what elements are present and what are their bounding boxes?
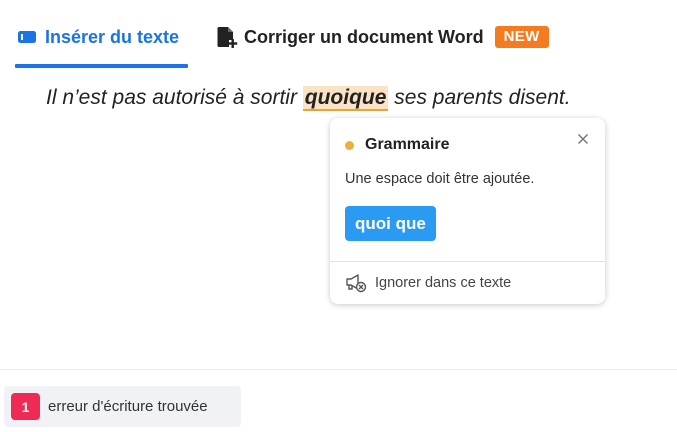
popup-header: Grammaire <box>345 136 450 154</box>
document-add-icon <box>216 25 238 49</box>
page: Insérer du texte Corriger un document Wo… <box>0 0 677 432</box>
error-count-label: erreur d'écriture trouvée <box>48 398 208 415</box>
active-tab-indicator <box>15 64 188 68</box>
tab-bar: Insérer du texte Corriger un document Wo… <box>0 0 677 70</box>
tab-correct-word-document-label: Corriger un document Word <box>244 26 484 47</box>
error-count-badge: 1 <box>11 393 40 420</box>
error-count-summary[interactable]: 1 erreur d'écriture trouvée <box>4 386 241 427</box>
ignore-in-text-button[interactable]: Ignorer dans ce texte <box>345 273 511 293</box>
ignore-in-text-label: Ignorer dans ce texte <box>375 275 512 291</box>
megaphone-mute-icon <box>345 273 367 293</box>
error-category: Grammaire <box>365 136 450 153</box>
highlighted-error-word[interactable]: quoique <box>302 86 389 111</box>
tab-insert-text[interactable]: Insérer du texte <box>17 22 179 52</box>
suggestion-button[interactable]: quoi que <box>345 206 436 241</box>
text-content[interactable]: Il n’est pas autorisé à sortir quoique s… <box>46 86 571 111</box>
footer-divider <box>0 369 677 370</box>
tab-insert-text-label: Insérer du texte <box>45 26 180 47</box>
popup-divider <box>330 261 605 262</box>
error-message: Une espace doit être ajoutée. <box>345 171 535 187</box>
new-badge: NEW <box>494 26 549 48</box>
warning-dot-icon <box>345 140 354 150</box>
correction-popup: Grammaire Une espace doit être ajoutée. … <box>330 118 605 304</box>
sentence-before-error: Il n’est pas autorisé à sortir <box>46 86 303 109</box>
sentence-after-error: ses parents disent. <box>388 86 571 109</box>
tab-correct-word-document[interactable]: Corriger un document Word NEW <box>216 22 549 52</box>
close-icon[interactable] <box>575 131 591 147</box>
keyboard-icon <box>17 29 37 45</box>
